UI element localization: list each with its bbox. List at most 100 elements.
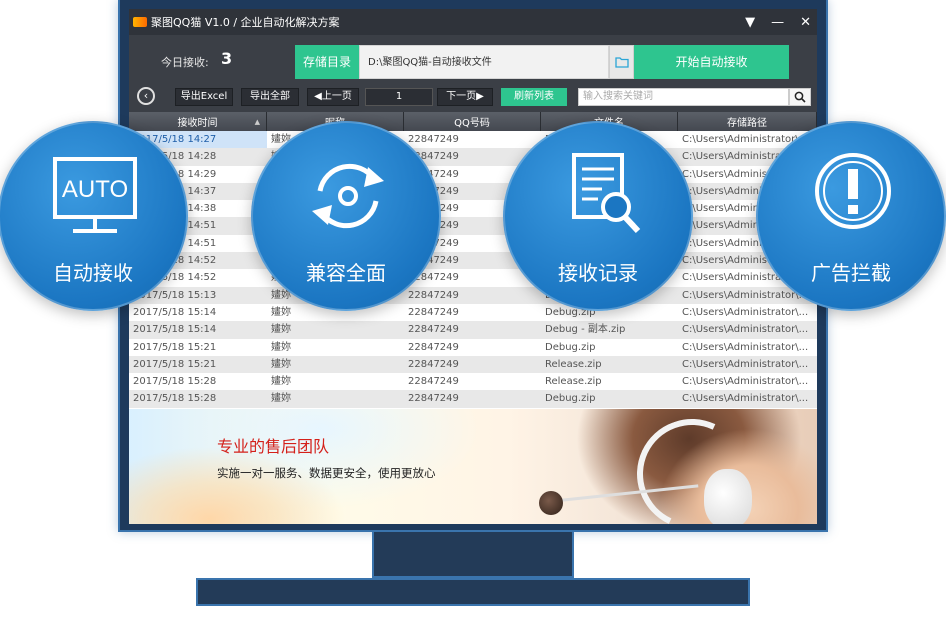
minimize-button[interactable]: — — [771, 16, 784, 29]
cell-receive-time: 2017/5/18 15:28 — [133, 376, 217, 388]
feature-label: 接收记录 — [558, 261, 638, 285]
cell-storage-path: C:\Users\Administrator\... — [682, 393, 809, 405]
cell-qq-number: 22847249 — [408, 358, 459, 370]
feature-receive-records: 接收记录 — [503, 121, 693, 311]
export-excel-button[interactable]: 导出Excel — [175, 88, 233, 106]
cell-receive-time: 2017/5/18 15:14 — [133, 306, 217, 318]
next-page-button[interactable]: 下一页▶ — [437, 88, 493, 106]
header-receive-time[interactable]: 接收时间 — [129, 112, 267, 131]
table-row[interactable]: 2017/5/18 15:14 嫿妳 22847249 Debug.zip C:\Use… — [129, 304, 817, 321]
cell-file-name: Release.zip — [545, 358, 602, 370]
cell-storage-path: C:\Users\Administrator\... — [682, 324, 809, 336]
cell-qq-number: 22847249 — [408, 376, 459, 388]
title-bar[interactable]: 聚图QQ猫 V1.0 / 企业自动化解决方案 ▼ — ✕ — [129, 9, 817, 35]
feature-ad-blocking: 广告拦截 — [756, 121, 946, 311]
start-auto-receive-button[interactable]: 开始自动接收 — [634, 45, 789, 79]
cell-receive-time: 2017/5/18 15:21 — [133, 341, 217, 353]
document-search-icon — [572, 153, 641, 234]
sync-icon — [312, 163, 384, 229]
cell-file-name: Release.zip — [545, 376, 602, 388]
cell-nickname: 嫿妳 — [271, 324, 291, 336]
table-row[interactable]: 2017/5/18 15:28 嫿妳 22847249 Release.zip C:\U… — [129, 373, 817, 390]
feature-label: 兼容全面 — [306, 261, 386, 285]
app-logo-icon — [133, 17, 147, 27]
refresh-list-button[interactable]: 刷新列表 — [501, 88, 567, 106]
headset-earcup-graphic — [704, 469, 752, 524]
feature-label: 自动接收 — [53, 261, 133, 285]
next-page-label: 下一页 — [446, 91, 477, 102]
cell-qq-number: 22847249 — [408, 393, 459, 405]
cell-file-name: Debug.zip — [545, 393, 596, 405]
cell-receive-time: 2017/5/18 15:14 — [133, 324, 217, 336]
table-row[interactable]: 2017/5/18 14:51嫿妳22847249Release.zipC:\U… — [129, 217, 817, 235]
chevron-left-icon: ‹ — [143, 89, 149, 102]
table-row[interactable]: 2017/5/18 14:52嫿妳22847249Release.zipC:\U… — [129, 269, 817, 286]
export-all-button[interactable]: 导出全部 — [241, 88, 299, 106]
table-body: 2017/5/18 14:27嫿妳22847249Release.zipC:\U… — [129, 131, 817, 408]
table-row[interactable]: 2017/5/18 15:28 嫿妳 22847249 Debug.zip C:\Use… — [129, 390, 817, 408]
cell-receive-time: 2017/5/18 15:28 — [133, 393, 217, 405]
prev-page-button[interactable]: ◀上一页 — [307, 88, 359, 106]
search-button[interactable] — [789, 88, 811, 106]
cell-qq-number: 22847249 — [408, 306, 459, 318]
feature-label: 广告拦截 — [811, 261, 891, 285]
close-button[interactable]: ✕ — [800, 16, 811, 29]
browse-folder-button[interactable] — [609, 45, 634, 79]
search-input[interactable]: 输入搜索关键词 — [578, 88, 789, 106]
cell-nickname: 嫿妳 — [271, 376, 291, 388]
table-header: 接收时间 昵称 QQ号码 文件名 存储路径 — [129, 112, 817, 131]
storage-dir-label: 存储目录 — [295, 45, 359, 79]
back-button[interactable]: ‹ — [137, 87, 155, 105]
today-received-count: 3 — [221, 49, 233, 68]
table-row[interactable]: 2017/5/18 14:28嫿妳22847249Microsoft.NET.z… — [129, 148, 817, 166]
cell-storage-path: C:\Users\Administrator\... — [682, 306, 809, 318]
monitor-stand-neck — [372, 532, 574, 578]
feature-compatibility: 兼容全面 — [251, 121, 441, 311]
monitor-stand-base — [196, 578, 750, 606]
top-toolbar: 今日接收: 3 存储目录 D:\聚图QQ猫-自动接收文件 开始自动接收 — [129, 35, 817, 83]
table-row[interactable]: 2017/5/18 14:37嫿妳22847249Release.zipC:\U… — [129, 182, 817, 201]
page-number-input[interactable]: 1 — [365, 88, 433, 106]
nav-toolbar: ‹ 导出Excel 导出全部 ◀上一页 1 下一页▶ 刷新列表 输入搜索关键词 — [129, 85, 817, 109]
microphone-icon — [539, 491, 563, 515]
cell-nickname: 嫿妳 — [271, 393, 291, 405]
window-title: 聚图QQ猫 V1.0 / 企业自动化解决方案 — [151, 16, 340, 29]
menu-dropdown-icon[interactable]: ▼ — [745, 16, 755, 29]
table-row[interactable]: 2017/5/18 15:13嫿妳22847249Debug.zipC:\Use… — [129, 286, 817, 304]
cell-qq-number: 22847249 — [408, 289, 459, 301]
auto-icon-text: AUTO — [62, 176, 128, 203]
table-row[interactable]: 2017/5/18 14:29嫿妳22847249模版.zipC:\Users\… — [129, 166, 817, 183]
banner-title: 专业的售后团队 — [217, 437, 330, 456]
cell-qq-number: 22847249 — [408, 324, 459, 336]
header-qq-number[interactable]: QQ号码 — [404, 112, 541, 131]
cell-qq-number: 22847249 — [408, 134, 459, 145]
cell-storage-path: C:\Users\Administrator\... — [682, 358, 809, 370]
cell-storage-path: C:\Users\Administrator\... — [682, 376, 809, 388]
header-storage-path[interactable]: 存储路径 — [678, 112, 817, 131]
table-row[interactable]: 2017/5/18 14:27嫿妳22847249Release.zipC:\U… — [129, 131, 817, 149]
cell-nickname: 嫿妳 — [271, 341, 291, 353]
table-row[interactable]: 2017/5/18 15:14 嫿妳 22847249 Debug - 副本.zip C… — [129, 321, 817, 339]
table-row[interactable]: 2017/5/18 14:52嫿妳22847249Debug.zipC:\Use… — [129, 252, 817, 270]
cell-file-name: Debug - 副本.zip — [545, 324, 626, 336]
prev-page-label: 上一页 — [321, 91, 352, 102]
auto-monitor-icon: AUTO — [53, 157, 137, 233]
triangle-left-icon: ◀ — [314, 91, 322, 102]
table-row[interactable]: 2017/5/18 15:21 嫿妳 22847249 Debug.zip C:\Use… — [129, 339, 817, 356]
triangle-right-icon: ▶ — [476, 91, 484, 102]
storage-dir-field[interactable]: D:\聚图QQ猫-自动接收文件 — [359, 45, 609, 79]
support-banner: 专业的售后团队 实施一对一服务、数据更安全，使用更放心 — [129, 409, 817, 524]
banner-subtitle: 实施一对一服务、数据更安全，使用更放心 — [217, 466, 436, 480]
table-row[interactable]: 2017/5/18 15:21 嫿妳 22847249 Release.zip C:\U… — [129, 355, 817, 374]
today-received-label: 今日接收: — [161, 56, 209, 69]
app-window: 聚图QQ猫 V1.0 / 企业自动化解决方案 ▼ — ✕ 今日接收: 3 存储目… — [129, 9, 817, 524]
warning-icon — [815, 153, 891, 229]
cell-file-name: Debug.zip — [545, 341, 596, 353]
records-table: 接收时间 昵称 QQ号码 文件名 存储路径 2017/5/18 14:27嫿妳2… — [129, 112, 817, 409]
cell-receive-time: 2017/5/18 15:21 — [133, 358, 217, 370]
table-row[interactable]: 2017/5/18 14:51嫿妳22847249Microsoft.NET.z… — [129, 235, 817, 252]
cell-storage-path: C:\Users\Administrator\... — [682, 341, 809, 353]
feature-auto-receive: AUTO 自动接收 — [0, 121, 188, 311]
table-row[interactable]: 2017/5/18 14:38嫿妳22847249Microsoft.NET.z… — [129, 200, 817, 217]
search-icon — [794, 91, 806, 103]
